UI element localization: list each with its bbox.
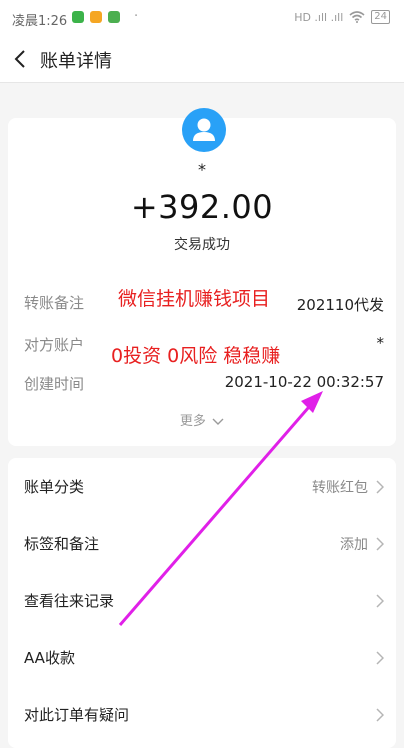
user-icon (193, 118, 215, 141)
wechat-notification-icon (72, 11, 84, 23)
status-bar: 凌晨1:26 · HD .ıll .ıll 24 (0, 0, 404, 36)
list-item-tags-notes[interactable]: 标签和备注 添加 (8, 515, 396, 572)
list-item-history[interactable]: 查看往来记录 (8, 572, 396, 629)
avatar (182, 108, 226, 152)
list-item-label: AA收款 (24, 649, 75, 667)
chevron-right-icon (376, 708, 384, 722)
detail-value-account: * (376, 334, 385, 352)
list-item-label: 查看往来记录 (24, 592, 115, 610)
more-label: 更多 (179, 414, 206, 429)
wifi-icon (349, 11, 365, 23)
chevron-right-icon (376, 480, 384, 494)
status-indicators: HD .ıll .ıll 24 (294, 10, 390, 24)
list-item-label: 账单分类 (24, 478, 85, 496)
list-item-label: 标签和备注 (24, 535, 100, 553)
chevron-right-icon (376, 537, 384, 551)
app-notification-icon (90, 11, 102, 23)
payee-name: * (198, 160, 206, 179)
app-header: 账单详情 (0, 36, 404, 83)
status-time: 凌晨1:26 (12, 14, 68, 29)
list-item-label: 对此订单有疑问 (24, 706, 130, 724)
detail-value-created-time: 2021-10-22 00:32:57 (224, 373, 384, 391)
actions-list: 账单分类 转账红包 标签和备注 添加 查看往来记录 AA收款 对此订单有疑问 (8, 458, 396, 748)
signal-icon: HD .ıll .ıll (294, 10, 344, 24)
status-dot: · (134, 9, 139, 24)
chevron-left-icon (14, 50, 25, 68)
more-button[interactable]: 更多 (8, 410, 396, 429)
back-button[interactable] (8, 42, 40, 76)
list-item-aa-collection[interactable]: AA收款 (8, 629, 396, 686)
list-item-value: 添加 (340, 537, 368, 553)
chevron-down-icon (212, 418, 224, 425)
transaction-summary-card: * +392.00 交易成功 转账备注 202110代发 对方账户 * 创建时间… (8, 108, 396, 446)
overlay-ad-text-2: 0投资 0风险 稳稳赚 (111, 345, 281, 367)
list-item-order-question[interactable]: 对此订单有疑问 (8, 686, 396, 743)
transaction-amount: +392.00 (130, 188, 274, 226)
page-title: 账单详情 (40, 51, 112, 72)
detail-label-account: 对方账户 (24, 336, 85, 354)
battery-icon: 24 (371, 10, 390, 24)
overlay-ad-text-1: 微信挂机赚钱项目 (118, 288, 271, 310)
chevron-right-icon (376, 651, 384, 665)
list-item-bill-category[interactable]: 账单分类 转账红包 (8, 458, 396, 515)
chevron-right-icon (376, 594, 384, 608)
detail-label-created-time: 创建时间 (24, 375, 85, 393)
detail-label-remark: 转账备注 (24, 294, 85, 312)
app-notification-icon-2 (108, 11, 120, 23)
detail-value-remark: 202110代发 (296, 296, 384, 314)
list-item-value: 转账红包 (312, 480, 368, 496)
transaction-status: 交易成功 (174, 237, 230, 253)
